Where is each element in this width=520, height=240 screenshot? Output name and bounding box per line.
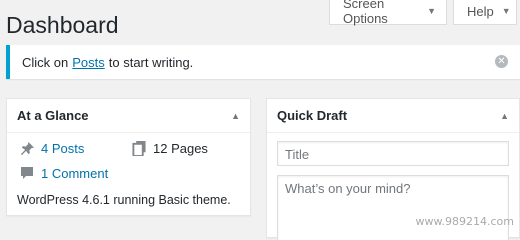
notice-text-after: to start writing. bbox=[108, 54, 194, 70]
draft-content-textarea[interactable]: What’s on your mind? bbox=[277, 175, 509, 240]
at-a-glance-header[interactable]: At a Glance ▲ bbox=[7, 99, 250, 133]
watermark: www.989214.com bbox=[415, 215, 514, 228]
pages-icon bbox=[131, 140, 147, 156]
screen-options-label: Screen Options bbox=[343, 0, 388, 26]
comments-count-link[interactable]: 1 Comment bbox=[41, 166, 108, 181]
collapse-toggle-icon[interactable]: ▲ bbox=[231, 111, 240, 121]
quick-draft-header[interactable]: Quick Draft ▲ bbox=[267, 99, 519, 133]
draft-title-input[interactable]: Title bbox=[277, 141, 509, 166]
dismiss-icon[interactable]: ✕ bbox=[495, 55, 508, 68]
glance-posts: 4 Posts bbox=[19, 140, 84, 156]
collapse-toggle-icon[interactable]: ▲ bbox=[500, 111, 509, 121]
pages-count: 12 Pages bbox=[153, 140, 208, 156]
comment-icon bbox=[19, 165, 35, 181]
widget-title: Quick Draft bbox=[277, 108, 348, 123]
caret-down-icon: ▼ bbox=[427, 6, 436, 16]
version-info: WordPress 4.6.1 running Basic theme. bbox=[17, 193, 231, 207]
welcome-notice: Click on Posts to start writing. ✕ bbox=[6, 45, 520, 79]
pushpin-icon bbox=[19, 140, 35, 156]
notice-text-before: Click on bbox=[22, 54, 69, 70]
screen-options-button[interactable]: Screen Options ▼ bbox=[329, 0, 447, 26]
caret-down-icon: ▼ bbox=[501, 6, 511, 16]
at-a-glance-widget: At a Glance ▲ 4 Posts 12 Pages 1 Comment… bbox=[6, 98, 251, 216]
help-button[interactable]: Help ▼ bbox=[453, 0, 517, 25]
page-title: Dashboard bbox=[6, 12, 119, 38]
posts-count-link[interactable]: 4 Posts bbox=[41, 141, 84, 156]
glance-comments: 1 Comment bbox=[19, 165, 108, 181]
posts-link[interactable]: Posts bbox=[72, 55, 105, 70]
help-label: Help bbox=[467, 3, 494, 19]
widget-title: At a Glance bbox=[17, 108, 89, 123]
glance-pages: 12 Pages bbox=[131, 140, 208, 156]
